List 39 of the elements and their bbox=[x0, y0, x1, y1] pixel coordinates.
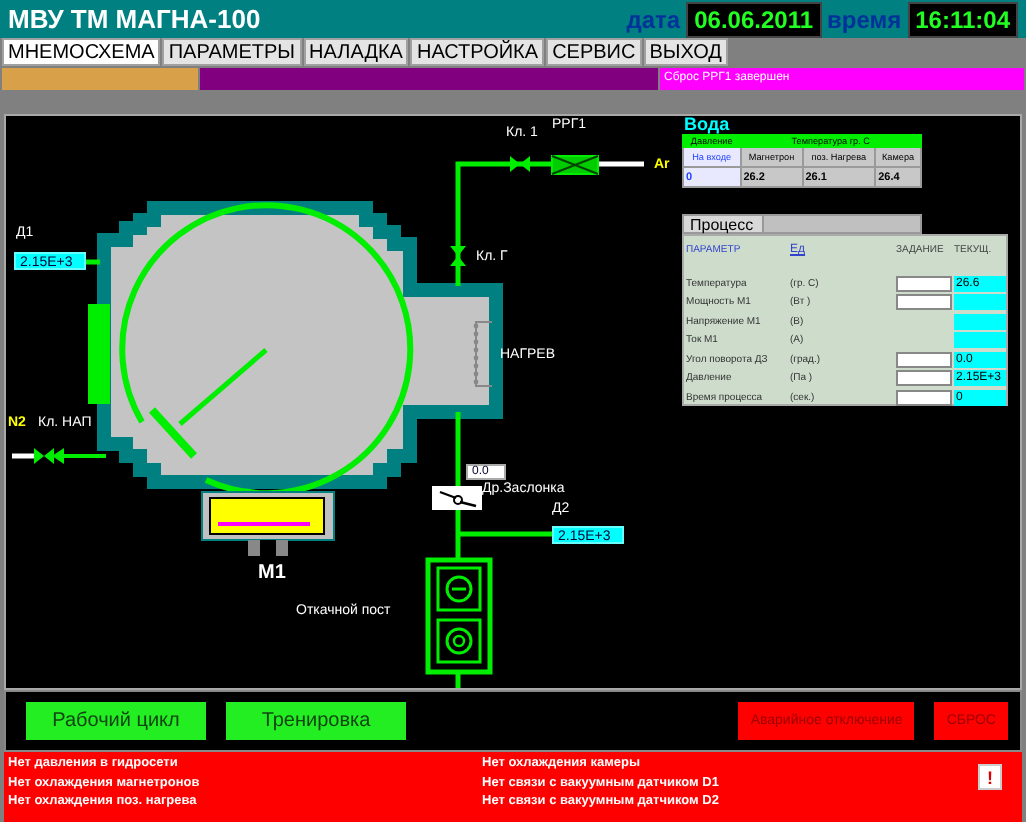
pipe-line bbox=[455, 412, 461, 486]
setpoint-field[interactable] bbox=[896, 389, 952, 406]
pipe-line bbox=[598, 161, 644, 167]
setpoint-field[interactable] bbox=[896, 370, 952, 387]
action-button[interactable]: Рабочий цикл bbox=[26, 702, 206, 740]
valve-icon bbox=[510, 156, 530, 172]
setpoint-field[interactable] bbox=[896, 294, 952, 311]
tab[interactable]: НАЛАДКА bbox=[303, 38, 409, 66]
tab[interactable]: ПАРАМЕТРЫ bbox=[162, 38, 302, 66]
tab[interactable]: ВЫХОД bbox=[643, 38, 728, 66]
action-button[interactable]: Тренировка bbox=[226, 702, 406, 740]
valve-icon bbox=[34, 448, 54, 464]
magnetron-label: М1 bbox=[258, 562, 286, 584]
pipe-line bbox=[455, 672, 461, 688]
flow-controller-icon bbox=[551, 155, 599, 175]
tab[interactable]: СЕРВИС bbox=[546, 38, 642, 66]
pipe-line bbox=[455, 161, 552, 286]
current-value bbox=[954, 313, 1006, 330]
tab[interactable]: Процесс bbox=[682, 214, 764, 234]
time-display: 16:11:04 bbox=[907, 1, 1018, 37]
throttle-valve-icon bbox=[432, 486, 482, 510]
pump-drawing bbox=[425, 557, 493, 675]
window-title: МВУ ТМ МАГНА-100 bbox=[8, 4, 263, 34]
valve-icon bbox=[450, 246, 466, 266]
setpoint-field[interactable] bbox=[896, 351, 952, 368]
panel-title: Вода bbox=[684, 116, 730, 134]
tab[interactable]: МНЕМОСХЕМА bbox=[2, 38, 161, 66]
acknowledge-button[interactable]: ! bbox=[978, 764, 1002, 790]
time-label: время bbox=[827, 5, 902, 33]
pipe-line bbox=[12, 453, 36, 459]
heater-coil-icon bbox=[473, 321, 493, 387]
date-display: 06.06.2011 bbox=[686, 1, 822, 37]
current-value bbox=[954, 332, 1006, 349]
tab[interactable]: НАСТРОЙКА bbox=[410, 38, 545, 66]
current-value bbox=[954, 294, 1006, 311]
magnetron-drawing bbox=[201, 491, 335, 556]
arrow-icon bbox=[52, 448, 106, 464]
date-label: дата bbox=[626, 5, 681, 33]
setpoint-field[interactable] bbox=[896, 275, 952, 292]
